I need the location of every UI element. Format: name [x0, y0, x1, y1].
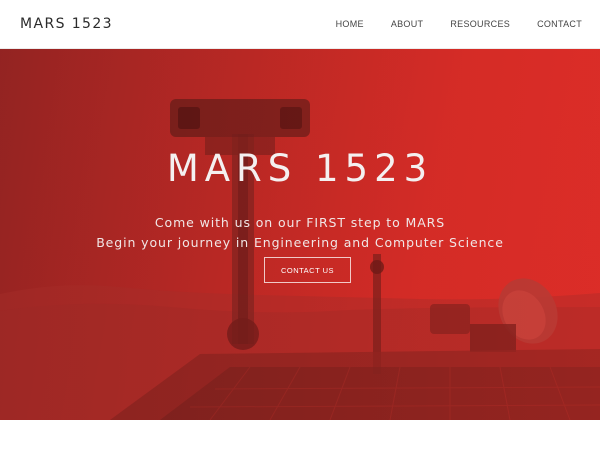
- hero-tagline-1: Come with us on our FIRST step to MARS: [154, 215, 446, 230]
- contact-us-button[interactable]: CONTACT US: [264, 257, 351, 283]
- nav-link-resources[interactable]: RESOURCES: [450, 19, 510, 29]
- nav-link-contact[interactable]: CONTACT: [537, 19, 582, 29]
- hero-title: MARS 1523: [166, 147, 434, 190]
- hero-tagline-2: Begin your journey in Engineering and Co…: [96, 235, 504, 250]
- nav-link-about[interactable]: ABOUT: [391, 19, 424, 29]
- nav-links: HOME ABOUT RESOURCES CONTACT: [309, 19, 582, 29]
- page-bottom-area: [0, 420, 600, 466]
- hero-section: MARS 1523 Come with us on our FIRST step…: [0, 49, 600, 420]
- top-navbar: MARS 1523 HOME ABOUT RESOURCES CONTACT: [0, 0, 600, 49]
- nav-link-home[interactable]: HOME: [336, 19, 364, 29]
- brand-logo[interactable]: MARS 1523: [20, 16, 113, 32]
